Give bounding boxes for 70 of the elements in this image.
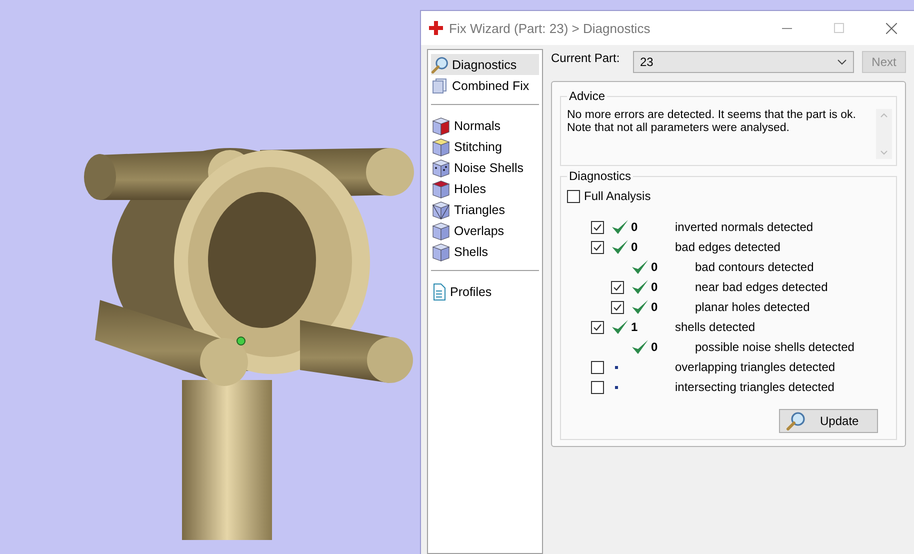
sidebar-item-label: Stitching	[454, 140, 502, 154]
count-text: 0	[631, 220, 639, 234]
checkbox[interactable]	[567, 190, 580, 202]
scrollbar[interactable]	[876, 109, 892, 159]
count-text: 0	[651, 260, 659, 274]
full-analysis-label: Full Analysis	[584, 189, 651, 203]
checkbox[interactable]	[611, 300, 624, 314]
magnifier-icon	[431, 56, 449, 74]
diagnostic-label: bad contours detected	[695, 260, 814, 274]
sidebar-item[interactable]: Noise Shells	[431, 157, 539, 178]
diagnostic-label: bad edges detected	[675, 240, 780, 254]
sidebar-item-label: Holes	[454, 182, 486, 196]
advice-text: No more errors are detected. It seems that the part is ok. Note that not all parameters were analysed.	[567, 109, 857, 136]
sidebar-item[interactable]: Stitching	[431, 136, 539, 157]
sidebar-item-label: Shells	[454, 244, 488, 258]
checkbox[interactable]	[591, 320, 604, 334]
chevron-up-icon	[880, 113, 888, 118]
sidebar-item[interactable]: Diagnostics	[431, 54, 539, 75]
chevron-down-icon	[837, 59, 847, 65]
cube-icon	[431, 136, 451, 156]
close-icon	[886, 22, 896, 34]
checkbox[interactable]	[591, 220, 604, 234]
cross-icon	[429, 21, 443, 35]
maximize-icon	[834, 23, 844, 33]
current-part-label: Current Part:	[551, 51, 621, 65]
chevron-down-icon	[880, 150, 888, 155]
document-icon	[431, 282, 447, 300]
count-text: 0	[651, 340, 659, 354]
diagnostics-title: Diagnostics	[567, 169, 634, 183]
diagnostic-label: overlapping triangles detected	[675, 360, 836, 374]
sidebar-item-label: Normals	[454, 118, 501, 132]
update-button[interactable]: Update	[779, 409, 878, 433]
sidebar-item[interactable]: Overlaps	[431, 220, 539, 241]
checkbox[interactable]	[591, 240, 604, 254]
count-text: 0	[631, 240, 639, 254]
diagnostic-label: inverted normals detected	[675, 220, 814, 234]
window-title: Fix Wizard (Part: 23) > Diagnostics	[449, 20, 652, 36]
sidebar-item[interactable]: Shells	[431, 241, 539, 262]
pages-icon	[431, 76, 449, 94]
magnifier-icon	[786, 411, 806, 431]
sidebar-item[interactable]: Normals	[431, 115, 539, 136]
count-text: 0	[651, 300, 659, 314]
count-text: 0	[651, 280, 659, 294]
sidebar-item[interactable]: Combined Fix	[431, 75, 539, 96]
sidebar-item-label: Diagnostics	[452, 58, 517, 72]
count-text: 1	[631, 320, 639, 334]
diagnostic-label: planar holes detected	[695, 300, 810, 314]
diagnostic-label: possible noise shells detected	[695, 340, 854, 354]
cube-icon	[431, 116, 451, 136]
advice-title: Advice	[567, 89, 608, 103]
cube-icon	[431, 158, 451, 178]
cube-icon	[431, 220, 451, 240]
cube-icon	[431, 242, 451, 262]
sidebar-item-label: Noise Shells	[454, 160, 524, 174]
cube-icon	[431, 178, 451, 198]
diagnostic-label: near bad edges detected	[695, 280, 828, 294]
sidebar-item-label: Profiles	[450, 284, 492, 298]
sidebar-item-label: Overlaps	[454, 224, 504, 238]
sidebar-item-label: Combined Fix	[452, 78, 530, 92]
sidebar-item[interactable]: Triangles	[431, 199, 539, 220]
diagnostic-label: shells detected	[675, 320, 756, 334]
diagnostic-label: intersecting triangles detected	[675, 380, 834, 394]
checkbox[interactable]	[591, 380, 604, 394]
sidebar-item[interactable]: Holes	[431, 178, 539, 199]
part-dropdown[interactable]: 23	[633, 51, 854, 73]
sidebar-item[interactable]: Profiles	[431, 281, 539, 302]
sidebar-item-label: Triangles	[454, 202, 505, 216]
checkbox[interactable]	[591, 360, 604, 374]
checkbox[interactable]	[611, 280, 624, 294]
cube-icon	[431, 200, 451, 220]
